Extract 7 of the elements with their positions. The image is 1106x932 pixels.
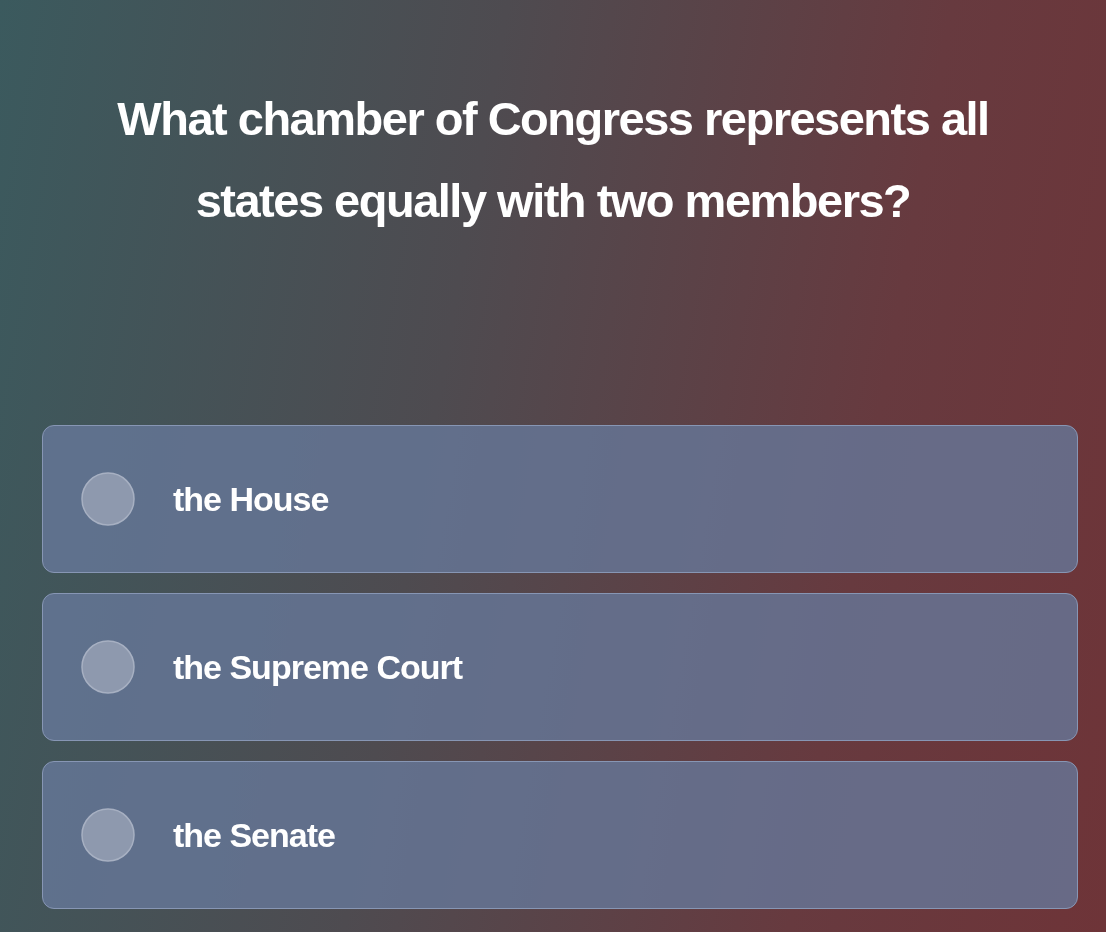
radio-icon[interactable]: [81, 640, 135, 694]
answer-option[interactable]: the House: [42, 425, 1078, 573]
radio-icon[interactable]: [81, 808, 135, 862]
question-text: What chamber of Congress represents all states equally with two members?: [116, 91, 990, 229]
radio-icon[interactable]: [81, 472, 135, 526]
answer-option[interactable]: the Senate: [42, 761, 1078, 909]
answer-option[interactable]: the Supreme Court: [42, 593, 1078, 741]
